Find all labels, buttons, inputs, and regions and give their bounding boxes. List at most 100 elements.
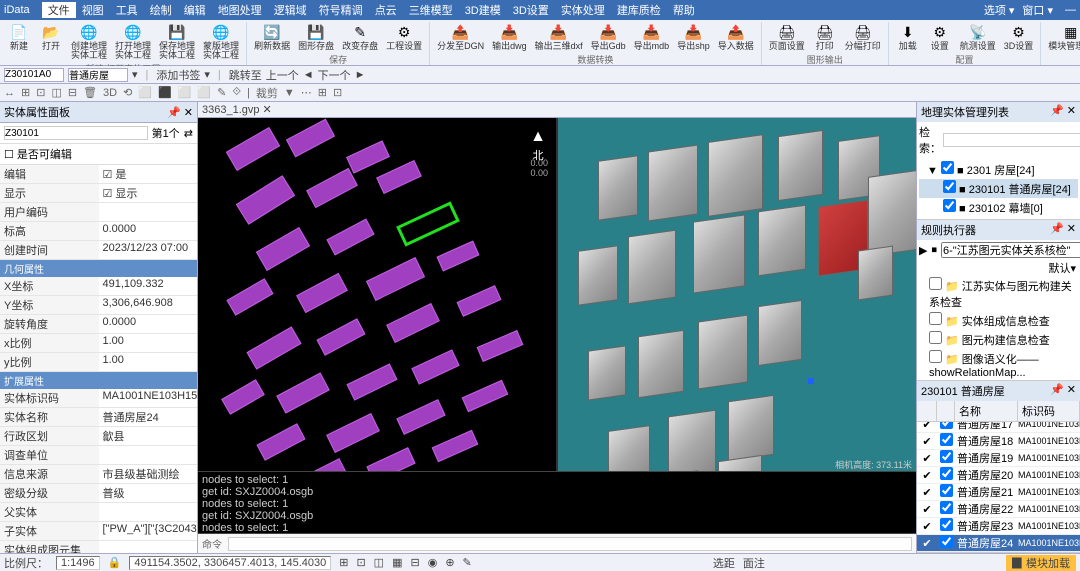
toolbar-icon[interactable]: ⊡ [333,86,342,99]
menu-文件[interactable]: 文件 [42,2,76,18]
rule-item[interactable]: 📁 图元构建信息检查 [917,330,1080,349]
menu-地图处理[interactable]: 地图处理 [212,2,268,18]
count-dropdown[interactable]: 第1个 [152,125,180,141]
list-check-icon[interactable]: ✔ [917,520,937,533]
building-2d[interactable] [386,303,440,343]
prop-value[interactable] [99,446,198,464]
ribbon-图形存盘[interactable]: 💾图形存盘 [295,22,337,52]
ribbon-分幅打印[interactable]: 🖨分幅打印 [842,22,884,52]
building-3d[interactable] [778,130,823,201]
building-2d[interactable] [306,168,358,208]
list-item[interactable]: ✔普通房屋19MA1001NE103H1535... [917,450,1080,467]
scale-value[interactable]: 1:1496 [56,556,100,570]
toolbar-icon[interactable]: ⬜ [178,86,192,99]
building-3d[interactable] [868,169,916,257]
prop-value[interactable]: 2023/12/23 07:00 [99,241,198,259]
menu-符号精调[interactable]: 符号精调 [313,2,369,18]
list-check-icon[interactable]: ✔ [917,469,937,482]
tree-node[interactable]: ■ 230102 幕墙[0] [919,198,1078,217]
menu-视图[interactable]: 视图 [76,2,110,18]
toolbar-icon[interactable]: ⊞ [318,86,327,99]
ribbon-设置[interactable]: ⚙设置 [925,22,955,52]
prop-value[interactable]: 3,306,646.908 [99,296,198,314]
building-2d[interactable] [286,119,335,158]
toolbar-icon[interactable]: ⊡ [36,86,45,99]
building-2d[interactable] [462,380,509,413]
rule-checkbox[interactable] [929,331,942,344]
tree-node[interactable]: ▼ ■ 2301 房屋[24] [919,160,1078,179]
units2-label[interactable]: 面注 [743,555,765,571]
prop-value[interactable]: 市县级基础测绘 [99,465,198,483]
prop-value[interactable]: ☑ 是 [99,165,198,183]
status-icon[interactable]: ⊞ [339,556,348,569]
list-check-icon[interactable]: ✔ [917,486,937,499]
building-2d[interactable] [326,218,374,255]
layer-input[interactable] [68,68,128,82]
building-3d[interactable] [598,155,638,221]
prop-row[interactable]: 子实体["PW_A"]["{3C2043E0-2B97-... [0,522,197,541]
viewport-3d[interactable]: 相机高度: 373.11米 [558,118,916,471]
list-checkbox[interactable] [940,450,953,463]
list-item[interactable]: ✔普通房屋18MA1001NE103H1535... [917,433,1080,450]
menu-帮助[interactable]: 帮助 [667,2,701,18]
ribbon-导出shp[interactable]: 📥导出shp [674,22,713,52]
toolbar-icon[interactable]: ⬜ [197,86,211,99]
close-icon[interactable]: ✕ [1067,105,1076,117]
prop-row[interactable]: 旋转角度0.0000 [0,315,197,334]
toolbar-icon[interactable]: ⊟ [68,86,77,99]
building-3d[interactable] [718,455,762,471]
rules-default[interactable]: 默认 [1048,263,1070,275]
building-3d[interactable] [608,425,650,471]
rule-checkbox[interactable] [929,277,942,290]
prop-value[interactable]: 1.00 [99,334,198,352]
ribbon-保存地理实体工程[interactable]: 💾保存地理实体工程 [156,22,198,61]
list-check-icon[interactable]: ✔ [917,452,937,465]
ribbon-导出mdb[interactable]: 📥导出mdb [631,22,673,52]
toolbar-icon[interactable]: ⋯ [301,86,312,99]
ribbon-输出dwg[interactable]: 📥输出dwg [489,22,530,52]
toolbar-icon[interactable]: 裁剪 [256,85,278,101]
toolbar-icon[interactable]: ⬜ [138,86,152,99]
toolbar-icon[interactable]: ▼ [284,87,295,99]
prop-value[interactable] [99,503,198,521]
status-icon[interactable]: ✎ [463,556,472,569]
prop-row[interactable]: 显示☑ 显示 [0,184,197,203]
list-checkbox[interactable] [940,484,953,497]
building-selected[interactable] [396,201,460,246]
ribbon-打印[interactable]: 🖨打印 [810,22,840,52]
status-icon[interactable]: ⊡ [356,556,365,569]
building-2d[interactable] [221,379,265,415]
prev-icon[interactable]: ◄ [303,69,314,81]
prop-value[interactable]: 普级 [99,484,198,502]
building-2d[interactable] [256,227,310,271]
menu-建库质检[interactable]: 建库质检 [611,2,667,18]
building-2d[interactable] [436,241,479,272]
bookmark-label[interactable]: 添加书签 [156,67,200,83]
building-2d[interactable] [346,363,397,400]
prop-row[interactable]: 密级分级普级 [0,484,197,503]
building-3d[interactable] [578,245,618,306]
toolbar-icon[interactable]: | [247,87,250,99]
prop-value[interactable]: 1.00 [99,353,198,371]
pin-icon[interactable]: 📌 [167,107,181,119]
toolbar-icon[interactable]: ⊞ [21,86,30,99]
prop-value[interactable]: 491,109.332 [99,277,198,295]
rule-item[interactable]: 📁 江苏实体与图元构建关系检查 [917,276,1080,311]
ribbon-刷新数据[interactable]: 🔄刷新数据 [251,22,293,52]
building-3d[interactable] [668,410,716,471]
building-3d[interactable] [728,395,774,461]
rules-select[interactable] [941,242,1080,258]
prop-value[interactable]: ☑ 显示 [99,184,198,202]
building-2d[interactable] [226,278,273,316]
building-2d[interactable] [297,458,348,471]
list-item[interactable]: ✔普通房屋20MA1001NE103H1535... [917,467,1080,484]
prop-row[interactable]: x比例1.00 [0,334,197,353]
ribbon-导入数据[interactable]: 📤导入数据 [715,22,757,52]
menu-3D设置[interactable]: 3D设置 [507,2,555,18]
close-icon[interactable]: ✕ [1067,223,1076,235]
rule-item[interactable]: 📁 图像语义化——showRelationMap... [917,349,1080,380]
menu-三维模型[interactable]: 三维模型 [403,2,459,18]
command-input[interactable] [228,537,912,551]
prop-value[interactable] [99,203,198,221]
list-check-icon[interactable]: ✔ [917,435,937,448]
